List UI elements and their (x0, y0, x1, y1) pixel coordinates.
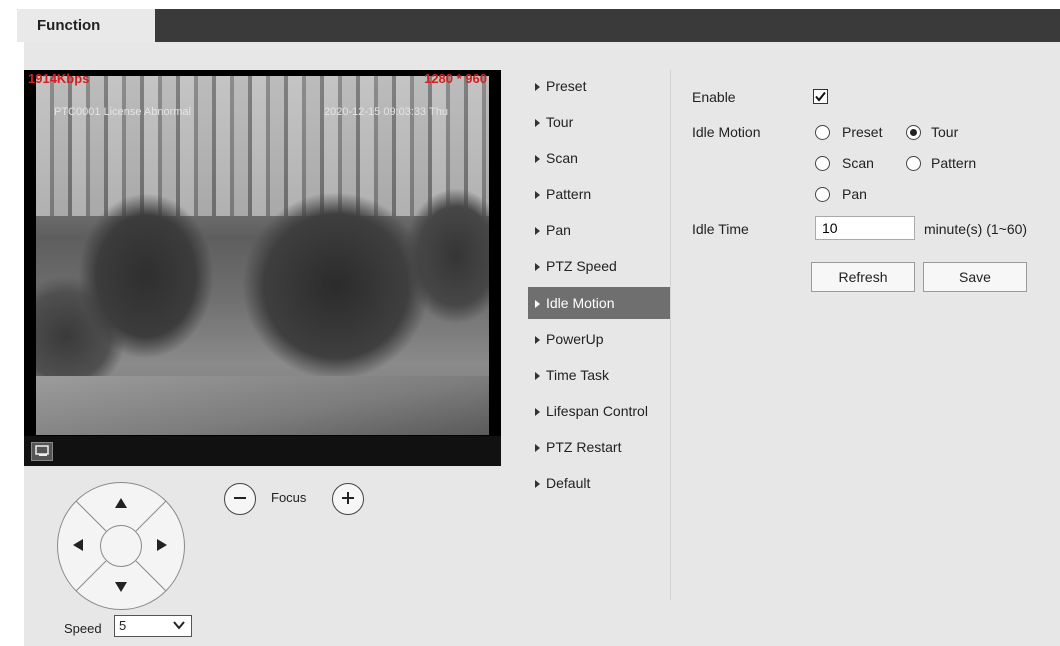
triangle-right-icon (535, 444, 540, 453)
window-mode-button[interactable] (31, 442, 53, 461)
radio-scan[interactable] (815, 156, 830, 171)
radio-pan-label: Pan (842, 186, 867, 202)
triangle-right-icon (535, 83, 540, 92)
menu-item-default[interactable]: Default (528, 467, 670, 499)
enable-checkbox[interactable] (813, 89, 828, 104)
chevron-down-icon (173, 621, 185, 630)
menu-item-tour[interactable]: Tour (528, 106, 670, 138)
menu-item-label: PTZ Restart (546, 439, 622, 455)
menu-item-label: PTZ Speed (546, 258, 617, 274)
ptz-down-button[interactable] (110, 575, 132, 597)
ptz-right-button[interactable] (150, 534, 172, 556)
plus-icon (342, 492, 354, 504)
road (36, 376, 489, 435)
menu-divider (670, 70, 671, 600)
refresh-button[interactable]: Refresh (811, 262, 915, 292)
speed-value: 5 (119, 618, 127, 633)
video-toolbar (24, 436, 501, 466)
menu-item-time-task[interactable]: Time Task (528, 359, 670, 391)
triangle-right-icon (535, 119, 540, 128)
ptz-up-button[interactable] (110, 493, 132, 515)
trees (36, 136, 489, 386)
menu-item-powerup[interactable]: PowerUp (528, 323, 670, 355)
resolution-readout: 1280 * 960 (424, 71, 487, 86)
top-navigation-bar (24, 9, 1060, 42)
osd-timestamp: 2020-12-15 09:03:33 Thu (324, 106, 448, 118)
triangle-right-icon (535, 263, 540, 272)
ptz-left-button[interactable] (68, 534, 90, 556)
video-preview: PTC0001 License Abnormal 2020-12-15 09:0… (24, 70, 501, 466)
focus-minus-button[interactable] (224, 483, 256, 515)
arrow-right-icon (157, 539, 167, 551)
idle-time-input[interactable] (815, 216, 915, 240)
ptz-center-button[interactable] (100, 525, 142, 567)
radio-preset-label: Preset (842, 124, 883, 140)
focus-label: Focus (271, 490, 307, 505)
arrow-down-icon (115, 582, 127, 592)
idle-time-unit: minute(s) (1~60) (924, 221, 1028, 237)
menu-item-label: Tour (546, 114, 574, 130)
focus-plus-button[interactable] (332, 483, 364, 515)
menu-item-lifespan-control[interactable]: Lifespan Control (528, 395, 670, 427)
triangle-right-icon (535, 191, 540, 200)
menu-item-pattern[interactable]: Pattern (528, 178, 670, 210)
triangle-right-icon (535, 155, 540, 164)
triangle-right-icon (535, 336, 540, 345)
radio-preset[interactable] (815, 125, 830, 140)
window-icon (35, 445, 49, 456)
radio-pattern-label: Pattern (931, 155, 977, 171)
enable-label: Enable (692, 89, 736, 105)
menu-item-scan[interactable]: Scan (528, 142, 670, 174)
checkmark-icon (815, 91, 826, 102)
menu-item-preset[interactable]: Preset (528, 70, 670, 102)
menu-item-ptz-speed[interactable]: PTZ Speed (528, 250, 670, 282)
menu-item-label: PowerUp (546, 331, 604, 347)
menu-item-ptz-restart[interactable]: PTZ Restart (528, 431, 670, 463)
menu-item-label: Preset (546, 78, 587, 94)
speed-label: Speed (64, 621, 102, 636)
radio-tour-label: Tour (931, 124, 959, 140)
radio-pan[interactable] (815, 187, 830, 202)
camera-image: PTC0001 License Abnormal 2020-12-15 09:0… (36, 76, 489, 435)
triangle-right-icon (535, 408, 540, 417)
triangle-right-icon (535, 300, 540, 309)
arrow-left-icon (73, 539, 83, 551)
idle-motion-label: Idle Motion (692, 124, 761, 140)
triangle-right-icon (535, 480, 540, 489)
menu-item-label: Time Task (546, 367, 610, 383)
triangle-right-icon (535, 227, 540, 236)
idle-time-label: Idle Time (692, 221, 749, 237)
menu-item-label: Lifespan Control (546, 403, 648, 419)
radio-tour[interactable] (906, 125, 921, 140)
ptz-direction-pad (57, 482, 185, 610)
osd-channel-text: PTC0001 License Abnormal (54, 106, 191, 118)
arrow-up-icon (115, 498, 127, 508)
menu-item-label: Scan (546, 150, 578, 166)
bitrate-readout: 1914Kbps (28, 71, 90, 86)
tab-function[interactable]: Function (17, 9, 155, 42)
speed-select[interactable]: 5 (114, 615, 192, 637)
minus-icon (234, 497, 246, 499)
menu-item-idle-motion[interactable]: Idle Motion (528, 287, 670, 319)
menu-item-label: Idle Motion (546, 295, 615, 311)
menu-item-label: Pan (546, 222, 571, 238)
radio-scan-label: Scan (842, 155, 874, 171)
radio-pattern[interactable] (906, 156, 921, 171)
menu-item-pan[interactable]: Pan (528, 214, 670, 246)
menu-item-label: Default (546, 475, 591, 491)
triangle-right-icon (535, 372, 540, 381)
save-button[interactable]: Save (923, 262, 1027, 292)
menu-item-label: Pattern (546, 186, 592, 202)
